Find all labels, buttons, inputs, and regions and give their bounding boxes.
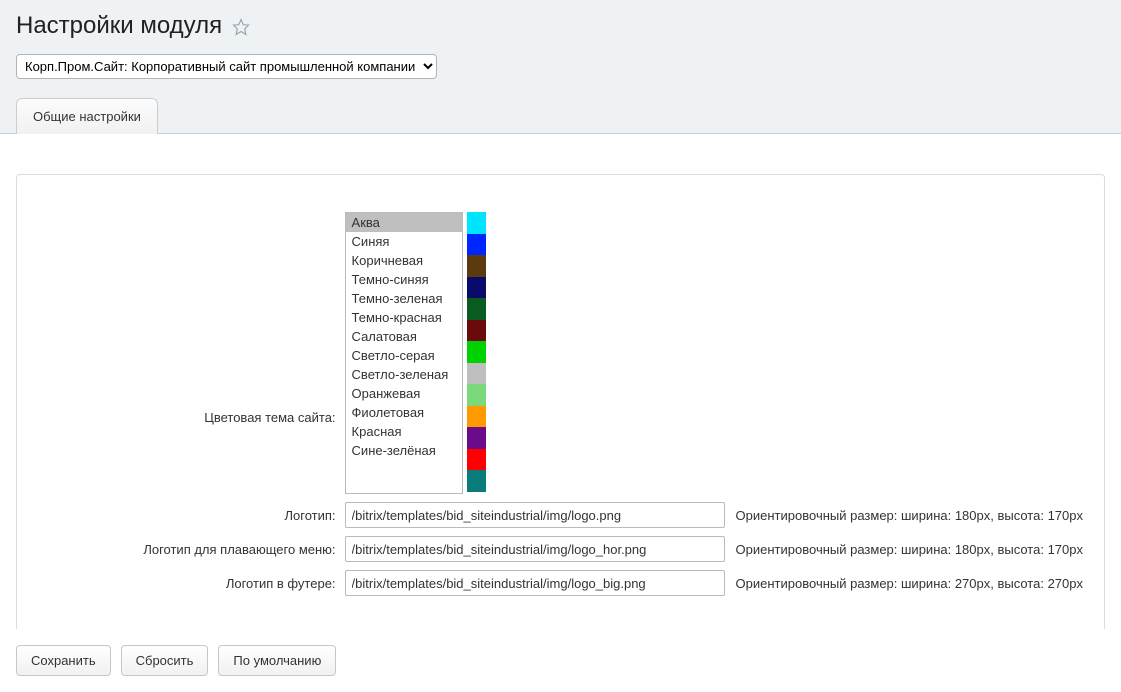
default-button[interactable]: По умолчанию [218,645,336,676]
theme-label: Цветовая тема сайта: [37,211,344,495]
theme-option[interactable]: Коричневая [346,251,462,270]
theme-option[interactable]: Светло-серая [346,346,462,365]
save-button[interactable]: Сохранить [16,645,111,676]
color-swatch [467,298,486,320]
color-swatch [467,384,486,406]
color-swatch [467,363,486,385]
theme-option[interactable]: Красная [346,422,462,441]
color-swatch [467,470,486,492]
color-swatch [467,427,486,449]
theme-option[interactable]: Темно-синяя [346,270,462,289]
theme-option[interactable]: Темно-зеленая [346,289,462,308]
logo-float-hint: Ориентировочный размер: ширина: 180px, в… [726,535,1084,563]
logo-hint: Ориентировочный размер: ширина: 180px, в… [726,501,1084,529]
color-swatch [467,277,486,299]
color-swatch [467,234,486,256]
page-header: Настройки модуля Корп.Пром.Сайт: Корпора… [0,0,1121,134]
page-title: Настройки модуля [16,12,222,40]
settings-panel: Цветовая тема сайта: АкваСиняяКоричневая… [16,174,1105,629]
theme-swatches [467,212,486,492]
module-select[interactable]: Корп.Пром.Сайт: Корпоративный сайт промы… [16,54,437,79]
color-swatch [467,341,486,363]
theme-option[interactable]: Сине-зелёная [346,441,462,460]
logo-float-input[interactable] [345,536,725,562]
theme-option[interactable]: Оранжевая [346,384,462,403]
reset-button[interactable]: Сбросить [121,645,209,676]
buttons-row: Сохранить Сбросить По умолчанию [16,645,1105,676]
theme-select-list[interactable]: АкваСиняяКоричневаяТемно-синяяТемно-зеле… [345,212,463,494]
logo-footer-label: Логотип в футере: [37,569,344,597]
color-swatch [467,320,486,342]
logo-footer-input[interactable] [345,570,725,596]
tab-panel: Цветовая тема сайта: АкваСиняяКоричневая… [0,134,1121,676]
tab-general-settings[interactable]: Общие настройки [16,98,158,134]
color-swatch [467,255,486,277]
logo-label: Логотип: [37,501,344,529]
logo-footer-hint: Ориентировочный размер: ширина: 270px, в… [726,569,1084,597]
color-swatch [467,406,486,428]
theme-option[interactable]: Темно-красная [346,308,462,327]
theme-option[interactable]: Салатовая [346,327,462,346]
logo-float-label: Логотип для плавающего меню: [37,535,344,563]
color-swatch [467,449,486,471]
color-swatch [467,212,486,234]
logo-input[interactable] [345,502,725,528]
favorite-star-icon[interactable] [232,18,250,36]
theme-option[interactable]: Синяя [346,232,462,251]
theme-option[interactable]: Фиолетовая [346,403,462,422]
tabs: Общие настройки [16,97,1105,133]
theme-option[interactable]: Аква [346,213,462,232]
theme-option[interactable]: Светло-зеленая [346,365,462,384]
